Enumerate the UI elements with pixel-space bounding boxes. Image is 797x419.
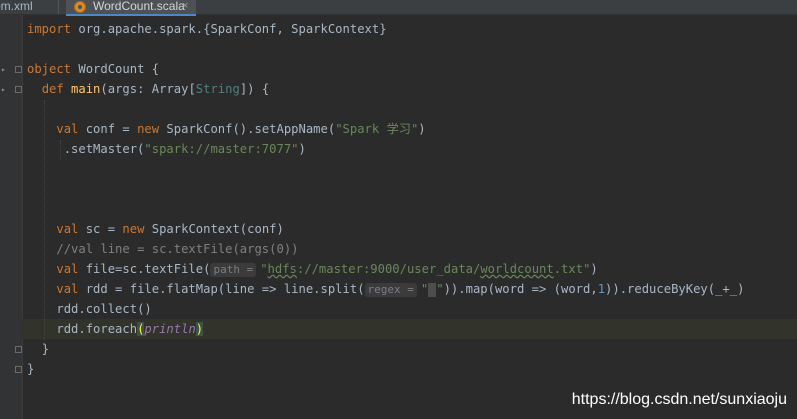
string-literal: " — [260, 262, 268, 276]
matched-paren: ) — [195, 322, 204, 336]
code-text: org.apache.spark.{SparkConf, SparkContex… — [71, 22, 387, 36]
parameter-hint-path: path = — [210, 263, 257, 277]
code-line-rdd[interactable]: val rdd = file.flatMap(line => line.spli… — [27, 279, 744, 299]
code-text: rdd.foreach — [56, 322, 138, 336]
code-line-close-main[interactable]: } — [27, 339, 49, 359]
arrow-icon: ▸ — [1, 85, 6, 94]
code-line-collect[interactable]: rdd.collect() — [27, 299, 152, 319]
code-line-object[interactable]: object WordCount { — [27, 59, 159, 79]
fold-icon[interactable] — [15, 66, 22, 73]
fold-icon[interactable] — [15, 366, 22, 373]
code-text: } — [41, 342, 50, 356]
code-text: rdd.collect() — [56, 302, 152, 316]
code-text: .setMaster( — [63, 142, 145, 156]
editor-gutter: ▸ ▸ — [0, 15, 23, 419]
keyword: object — [27, 62, 72, 76]
code-line-setmaster[interactable]: .setMaster("spark://master:7077") — [27, 139, 306, 159]
code-text: )).map(word => (word, — [443, 282, 598, 296]
code-text: ) — [590, 262, 598, 276]
editor-tab-bar: om.xml WordCount.scala × — [0, 0, 797, 16]
comment: //val line = sc.textFile(args(0)) — [56, 242, 299, 256]
code-line-foreach[interactable]: rdd.foreach(println) — [27, 319, 204, 339]
string-literal: " — [436, 282, 444, 296]
keyword: def — [41, 82, 64, 96]
keyword: val — [56, 222, 79, 236]
code-text: (args: Array[ — [100, 82, 196, 96]
keyword: val — [56, 262, 79, 276]
string-literal: worldcount — [480, 262, 554, 276]
code-text: } — [27, 362, 35, 376]
code-text: ) — [418, 122, 426, 136]
code-line-comment[interactable]: //val line = sc.textFile(args(0)) — [27, 239, 299, 259]
tab-separator — [58, 0, 59, 14]
code-line-conf[interactable]: val conf = new SparkConf().setAppName("S… — [27, 119, 426, 139]
type-name: String — [195, 82, 240, 96]
string-literal: " — [420, 282, 429, 296]
keyword: new — [137, 122, 160, 136]
string-literal: "spark://master:7077" — [144, 142, 299, 156]
code-line-def-main[interactable]: def main(args: Array[String]) { — [27, 79, 270, 99]
function-reference: println — [144, 322, 196, 336]
tab-wordcount-scala[interactable]: WordCount.scala × — [66, 0, 196, 16]
code-line-import[interactable]: import org.apache.spark.{SparkConf, Spar… — [27, 19, 387, 39]
watermark: https://blog.csdn.net/sunxiaoju — [571, 391, 787, 408]
string-literal: "Spark 学习" — [335, 122, 419, 136]
code-text: file=sc.textFile( — [78, 262, 211, 276]
code-text: ) — [298, 142, 306, 156]
fold-icon[interactable] — [15, 346, 22, 353]
tab-label: om.xml — [0, 0, 33, 13]
code-text: sc = — [78, 222, 123, 236]
fold-icon[interactable] — [15, 86, 22, 93]
code-line-sc[interactable]: val sc = new SparkContext(conf) — [27, 219, 284, 239]
code-text: conf = — [78, 122, 138, 136]
code-text: SparkConf().setAppName( — [159, 122, 336, 136]
string-literal: ://master:9000/user_data/ — [296, 262, 481, 276]
keyword: val — [56, 122, 79, 136]
keyword: new — [122, 222, 145, 236]
code-text: SparkContext(conf) — [144, 222, 284, 236]
keyword: val — [56, 282, 79, 296]
code-text: ]) { — [239, 82, 270, 96]
string-literal: hdfs — [267, 262, 297, 276]
keyword: import — [27, 22, 72, 36]
arrow-icon: ▸ — [1, 65, 6, 74]
code-line-close-object[interactable]: } — [27, 359, 34, 379]
tab-pom-xml[interactable]: om.xml — [0, 0, 54, 14]
function-name: main — [71, 82, 101, 96]
code-text: )).reduceByKey(_+_) — [605, 282, 745, 296]
code-text: rdd = file.flatMap(line => line.split( — [78, 282, 365, 296]
close-icon[interactable]: × — [182, 0, 188, 13]
parameter-hint-regex: regex = — [364, 283, 417, 297]
code-text: WordCount { — [71, 62, 160, 76]
scala-file-icon — [74, 1, 86, 13]
code-line-file[interactable]: val file=sc.textFile(path = "hdfs://maste… — [27, 259, 598, 279]
number-literal: 1 — [597, 282, 606, 296]
tab-label: WordCount.scala — [93, 0, 185, 13]
string-literal: .txt" — [553, 262, 591, 276]
